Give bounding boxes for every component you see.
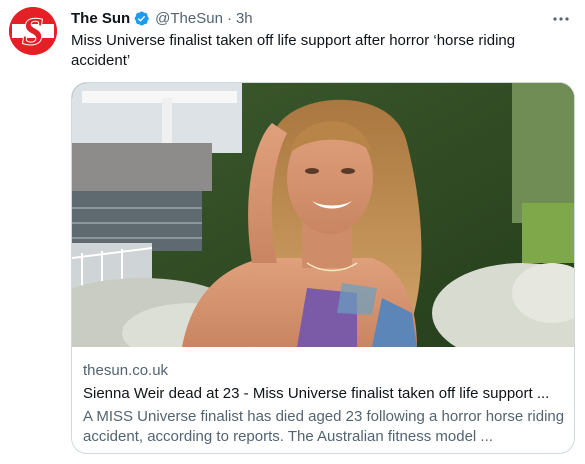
card-title[interactable]: Sienna Weir dead at 23 - Miss Universe f… (83, 384, 565, 404)
card-domain: thesun.co.uk (83, 362, 169, 379)
tweet-header: The Sun @TheSun · 3h (71, 8, 253, 28)
display-name[interactable]: The Sun (71, 10, 130, 27)
tweet[interactable]: S The Sun @TheSun · 3h Miss Universe fin… (0, 0, 585, 464)
separator-dot: · (226, 9, 232, 27)
link-card[interactable]: thesun.co.uk Sienna Weir dead at 23 - Mi… (71, 82, 575, 454)
more-options-icon[interactable] (551, 9, 571, 29)
card-description: A MISS Universe finalist has died aged 2… (83, 408, 565, 445)
avatar-logo-letter: S (22, 11, 43, 53)
user-handle[interactable]: @TheSun (155, 10, 223, 27)
verified-badge-icon (133, 10, 150, 27)
the-sun-logo-icon: S (9, 7, 57, 55)
woman-photo-image (72, 83, 574, 347)
timestamp[interactable]: 3h (236, 10, 253, 27)
avatar[interactable]: S (9, 7, 57, 55)
card-image[interactable] (72, 83, 574, 347)
tweet-text: Miss Universe finalist taken off life su… (71, 32, 516, 69)
card-text[interactable]: thesun.co.uk Sienna Weir dead at 23 - Mi… (83, 361, 565, 447)
